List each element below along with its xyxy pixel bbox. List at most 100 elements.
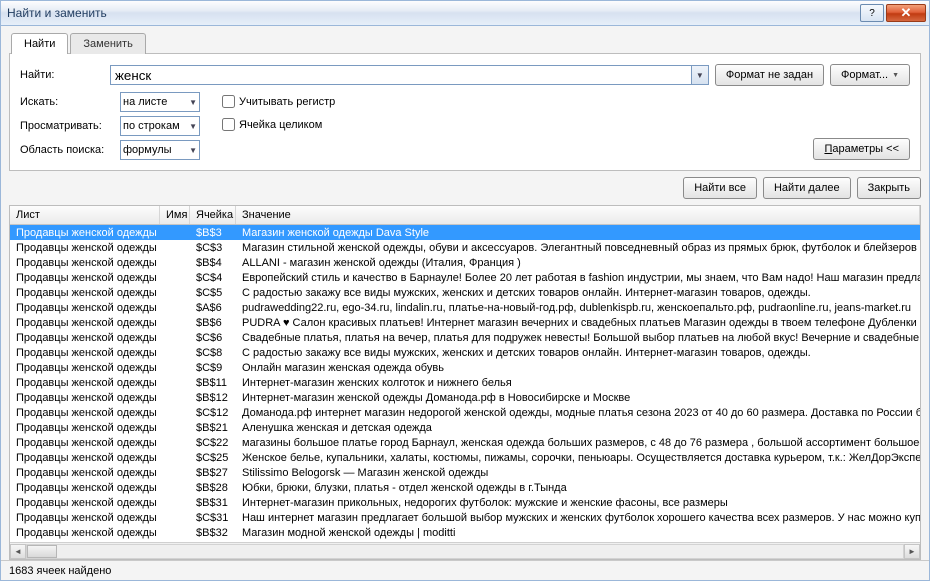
- within-value: на листе: [123, 96, 167, 108]
- cell-value: Юбки, брюки, блузки, платья - отдел женс…: [236, 482, 920, 494]
- tab-replace[interactable]: Заменить: [70, 33, 145, 54]
- table-row[interactable]: Продавцы женской одежды$B$6PUDRA ♥ Салон…: [10, 315, 920, 330]
- cell-ref: $B$28: [190, 482, 236, 494]
- cell-value: Интернет-магазин женских колготок и нижн…: [236, 377, 920, 389]
- scroll-right-icon[interactable]: ►: [904, 544, 920, 559]
- col-name-header[interactable]: Имя: [160, 206, 190, 224]
- cell-ref: $C$6: [190, 332, 236, 344]
- cell-sheet: Продавцы женской одежды: [10, 272, 160, 284]
- cell-value: Интернет-магазин женской одежды Доманода…: [236, 392, 920, 404]
- cell-value: pudrawedding22.ru, ego-34.ru, lindalin.r…: [236, 302, 920, 314]
- horizontal-scrollbar[interactable]: ◄ ►: [10, 542, 920, 559]
- cell-value: Европейский стиль и качество в Барнауле!…: [236, 272, 920, 284]
- cell-value: Stilissimo Belogorsk — Магазин женской о…: [236, 467, 920, 479]
- direction-value: по строкам: [123, 120, 180, 132]
- cell-sheet: Продавцы женской одежды: [10, 452, 160, 464]
- cell-sheet: Продавцы женской одежды: [10, 227, 160, 239]
- direction-select[interactable]: по строкам: [120, 116, 200, 136]
- window-title: Найти и заменить: [7, 6, 858, 20]
- cell-ref: $C$4: [190, 272, 236, 284]
- cell-value: Магазин модной женской одежды | moditti: [236, 527, 920, 539]
- cell-sheet: Продавцы женской одежды: [10, 332, 160, 344]
- cell-ref: $B$11: [190, 377, 236, 389]
- format-menu-label: Формат...: [841, 69, 888, 81]
- table-row[interactable]: Продавцы женской одежды$B$3Магазин женск…: [10, 225, 920, 240]
- close-window-button[interactable]: ✕: [886, 4, 926, 22]
- table-row[interactable]: Продавцы женской одежды$B$4ALLANI - мага…: [10, 255, 920, 270]
- col-cell-header[interactable]: Ячейка: [190, 206, 236, 224]
- close-button[interactable]: Закрыть: [857, 177, 921, 199]
- table-row[interactable]: Продавцы женской одежды$C$12Доманода.рф …: [10, 405, 920, 420]
- scroll-left-icon[interactable]: ◄: [10, 544, 26, 559]
- lookin-value: формулы: [123, 144, 172, 156]
- table-row[interactable]: Продавцы женской одежды$B$31Интернет-маг…: [10, 495, 920, 510]
- parameters-button[interactable]: Параметры <<: [813, 138, 910, 160]
- table-row[interactable]: Продавцы женской одежды $C$4Европейский с…: [10, 270, 920, 285]
- find-all-button[interactable]: Найти все: [683, 177, 757, 199]
- format-preview-button[interactable]: Формат не задан: [715, 64, 824, 86]
- cell-sheet: Продавцы женской одежды: [10, 422, 160, 434]
- cell-ref: $C$25: [190, 452, 236, 464]
- cell-value: Магазин женской одежды Dava Style: [236, 227, 920, 239]
- cell-sheet: Продавцы женской одежды: [10, 527, 160, 539]
- table-row[interactable]: Продавцы женской одежды$C$31Наш интернет…: [10, 510, 920, 525]
- table-row[interactable]: Продавцы женской одежды$C$25Женское бель…: [10, 450, 920, 465]
- table-row[interactable]: Продавцы женской одежды$C$3Магазин стиль…: [10, 240, 920, 255]
- cell-ref: $B$6: [190, 317, 236, 329]
- table-row[interactable]: Продавцы женской одежды$B$11Интернет-маг…: [10, 375, 920, 390]
- cell-value: Аленушка женская и детская одежда: [236, 422, 920, 434]
- match-entire-input[interactable]: [222, 118, 235, 131]
- table-row[interactable]: Продавцы женской одежды$B$12Интернет-маг…: [10, 390, 920, 405]
- cell-sheet: Продавцы женской одежды: [10, 362, 160, 374]
- match-case-input[interactable]: [222, 95, 235, 108]
- find-label: Найти:: [20, 69, 110, 81]
- lookin-select[interactable]: формулы: [120, 140, 200, 160]
- table-body[interactable]: Продавцы женской одежды$B$3Магазин женск…: [10, 225, 920, 542]
- table-row[interactable]: Продавцы женской одежды$C$8С радостью за…: [10, 345, 920, 360]
- within-select[interactable]: на листе: [120, 92, 200, 112]
- match-case-checkbox[interactable]: Учитывать регистр: [218, 92, 335, 111]
- cell-ref: $C$8: [190, 347, 236, 359]
- table-row[interactable]: Продавцы женской одежды $C$6Свадебные пла…: [10, 330, 920, 345]
- cell-sheet: Продавцы женской одежды: [10, 482, 160, 494]
- cell-ref: $B$31: [190, 497, 236, 509]
- table-row[interactable]: Продавцы женской одежды$C$5С радостью за…: [10, 285, 920, 300]
- table-row[interactable]: Продавцы женской одежды$C$22магазины бол…: [10, 435, 920, 450]
- cell-sheet: Продавцы женской одежды: [10, 437, 160, 449]
- cell-sheet: Продавцы женской одежды: [10, 407, 160, 419]
- table-row[interactable]: Продавцы женской одежды$B$32Магазин модн…: [10, 525, 920, 540]
- table-row[interactable]: Продавцы женской одежды $B$28Юбки, брюки,…: [10, 480, 920, 495]
- window-body: Найти Заменить Найти: ▼ Формат не задан …: [0, 26, 930, 581]
- search-panel: Найти: ▼ Формат не задан Формат... Искат…: [9, 53, 921, 171]
- cell-value: Онлайн магазин женская одежда обувь: [236, 362, 920, 374]
- format-menu-button[interactable]: Формат...: [830, 64, 910, 86]
- cell-value: ALLANI - магазин женской одежды (Италия,…: [236, 257, 920, 269]
- table-row[interactable]: Продавцы женской одежды $B$21Аленушка жен…: [10, 420, 920, 435]
- table-row[interactable]: Продавцы женской одежды$B$27Stilissimo B…: [10, 465, 920, 480]
- match-entire-checkbox[interactable]: Ячейка целиком: [218, 115, 335, 134]
- col-value-header[interactable]: Значение: [236, 206, 920, 224]
- cell-ref: $A$6: [190, 302, 236, 314]
- options-area: Искать: на листе Просматривать: по строк…: [20, 92, 910, 160]
- cell-ref: $B$21: [190, 422, 236, 434]
- find-next-button[interactable]: Найти далее: [763, 177, 851, 199]
- help-button[interactable]: ?: [860, 4, 884, 22]
- search-input[interactable]: [110, 65, 692, 85]
- cell-sheet: Продавцы женской одежды: [10, 347, 160, 359]
- direction-label: Просматривать:: [20, 120, 120, 132]
- tab-strip: Найти Заменить: [1, 26, 929, 53]
- cell-sheet: Продавцы женской одежды: [10, 257, 160, 269]
- search-history-dropdown[interactable]: ▼: [692, 65, 709, 85]
- cell-value: Свадебные платья, платья на вечер, плать…: [236, 332, 920, 344]
- results-table: Лист Имя Ячейка Значение Продавцы женско…: [9, 205, 921, 560]
- scroll-thumb[interactable]: [27, 545, 57, 558]
- tab-find[interactable]: Найти: [11, 33, 68, 54]
- table-row[interactable]: Продавцы женской одежды$C$9Онлайн магази…: [10, 360, 920, 375]
- find-row: Найти: ▼ Формат не задан Формат...: [20, 64, 910, 86]
- scroll-track[interactable]: [26, 544, 904, 559]
- titlebar: Найти и заменить ? ✕: [0, 0, 930, 26]
- table-row[interactable]: Продавцы женской одежды$A$6pudrawedding2…: [10, 300, 920, 315]
- status-bar: 1683 ячеек найдено: [1, 560, 929, 580]
- col-sheet-header[interactable]: Лист: [10, 206, 160, 224]
- cell-sheet: Продавцы женской одежды: [10, 287, 160, 299]
